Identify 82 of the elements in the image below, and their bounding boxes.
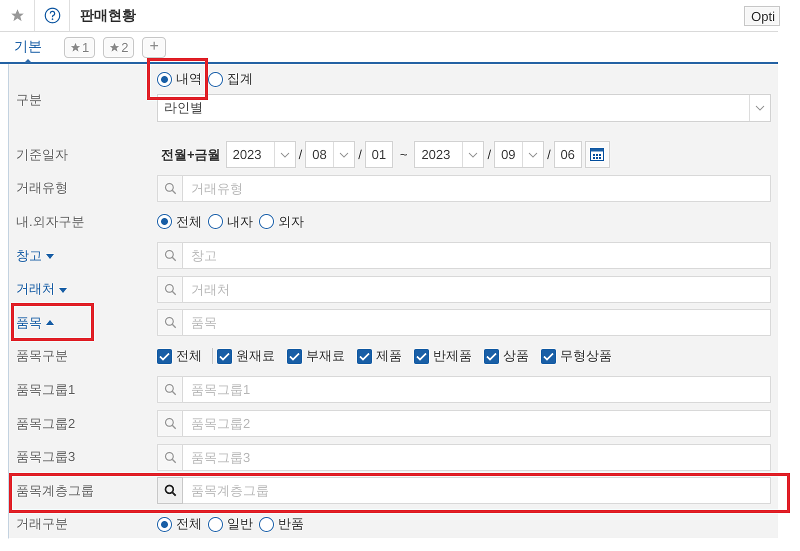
checkbox[interactable] <box>287 348 302 364</box>
radio-button[interactable] <box>157 72 172 86</box>
search-field[interactable]: 품목그룹3 <box>183 444 771 471</box>
option-label: 전체 <box>176 515 202 534</box>
option-label: 제품 <box>376 347 402 366</box>
field-label: 거래구분 <box>15 515 68 534</box>
search-field[interactable]: 품목그룹2 <box>183 410 771 438</box>
option-label: 집계 <box>227 70 253 88</box>
search-icon <box>164 182 176 195</box>
search-icon <box>164 417 176 430</box>
field-label: 품목그룹3 <box>15 448 76 466</box>
option-label: 일반 <box>227 515 253 534</box>
field-label: 품목그룹1 <box>15 380 76 399</box>
dropdown[interactable]: 08 <box>305 141 356 168</box>
search-icon <box>164 383 176 396</box>
search-field[interactable]: 품목그룹1 <box>183 376 771 404</box>
dropdown[interactable]: 2023 <box>414 141 484 168</box>
search-icon <box>164 282 176 296</box>
radio-button[interactable] <box>208 214 223 230</box>
field-label: 기준일자 <box>15 146 68 164</box>
field-label: 품목그룹2 <box>15 414 76 433</box>
search-icon <box>164 450 176 464</box>
calendar-icon <box>590 148 604 162</box>
field-label[interactable]: 품목 <box>9 314 54 332</box>
option-label: 부재료 <box>306 347 345 366</box>
search-field[interactable]: 품목계층그룹 <box>183 477 771 504</box>
field-label[interactable]: 거래처 <box>9 280 67 298</box>
star-icon <box>70 42 81 52</box>
option-label: 내자 <box>227 212 253 231</box>
calendar-button[interactable] <box>584 141 610 168</box>
radio-button[interactable] <box>208 516 223 532</box>
field-label[interactable]: 창고 <box>9 246 54 265</box>
search-icon <box>164 249 176 262</box>
checkbox[interactable] <box>541 348 556 364</box>
field-label: 품목계층그룹 <box>15 482 94 500</box>
checkbox[interactable] <box>484 348 499 364</box>
day-field[interactable]: 06 <box>554 141 582 168</box>
checkbox[interactable] <box>157 348 172 364</box>
radio-button[interactable] <box>259 516 274 532</box>
field-label: 품목구분 <box>15 347 68 366</box>
option-label: 전체 <box>176 212 202 231</box>
option-label: 내역 <box>176 70 202 88</box>
radio-button[interactable] <box>157 214 172 230</box>
radio-button[interactable] <box>157 516 172 532</box>
search-field[interactable]: 품목 <box>183 309 771 336</box>
period-label: 전월+금월 <box>161 146 221 164</box>
option-label: 전체 <box>176 347 202 366</box>
option-button[interactable]: Opti <box>744 6 780 26</box>
range-separator: ~ <box>400 147 408 162</box>
field-label: 내.외자구분 <box>15 212 85 231</box>
search-field[interactable]: 창고 <box>183 242 771 270</box>
option-label: 반제품 <box>433 347 472 366</box>
checkbox[interactable] <box>217 348 232 364</box>
option-label: 무형상품 <box>560 347 612 366</box>
star-icon <box>109 42 120 52</box>
dropdown[interactable]: 라인별 <box>157 94 771 122</box>
search-icon <box>164 316 176 330</box>
search-button[interactable] <box>157 477 183 504</box>
checkbox[interactable] <box>414 348 429 364</box>
dropdown[interactable]: 2023 <box>226 141 296 168</box>
page-title: 판매현황 <box>79 6 137 24</box>
checkbox[interactable] <box>357 348 372 364</box>
option-label: 상품 <box>503 347 529 366</box>
star-icon[interactable] <box>10 8 24 23</box>
option-label: 반품 <box>278 515 304 534</box>
day-field[interactable]: 01 <box>364 141 393 168</box>
date-separator: / <box>358 147 362 162</box>
field-label: 거래유형 <box>15 179 68 198</box>
radio-button[interactable] <box>259 214 274 230</box>
option-label: 원재료 <box>236 347 275 366</box>
date-separator: / <box>547 147 551 162</box>
help-icon[interactable] <box>44 7 60 24</box>
dropdown[interactable]: 09 <box>494 141 544 168</box>
radio-button[interactable] <box>208 72 223 86</box>
field-label: 구분 <box>15 91 42 109</box>
option-label: 외자 <box>278 212 304 231</box>
tab[interactable]: 기본 <box>0 32 56 62</box>
search-field[interactable]: 거래처 <box>183 276 771 303</box>
date-separator: / <box>487 147 492 162</box>
date-separator: / <box>298 147 302 162</box>
search-field[interactable]: 거래유형 <box>183 174 771 202</box>
search-icon <box>164 484 176 498</box>
